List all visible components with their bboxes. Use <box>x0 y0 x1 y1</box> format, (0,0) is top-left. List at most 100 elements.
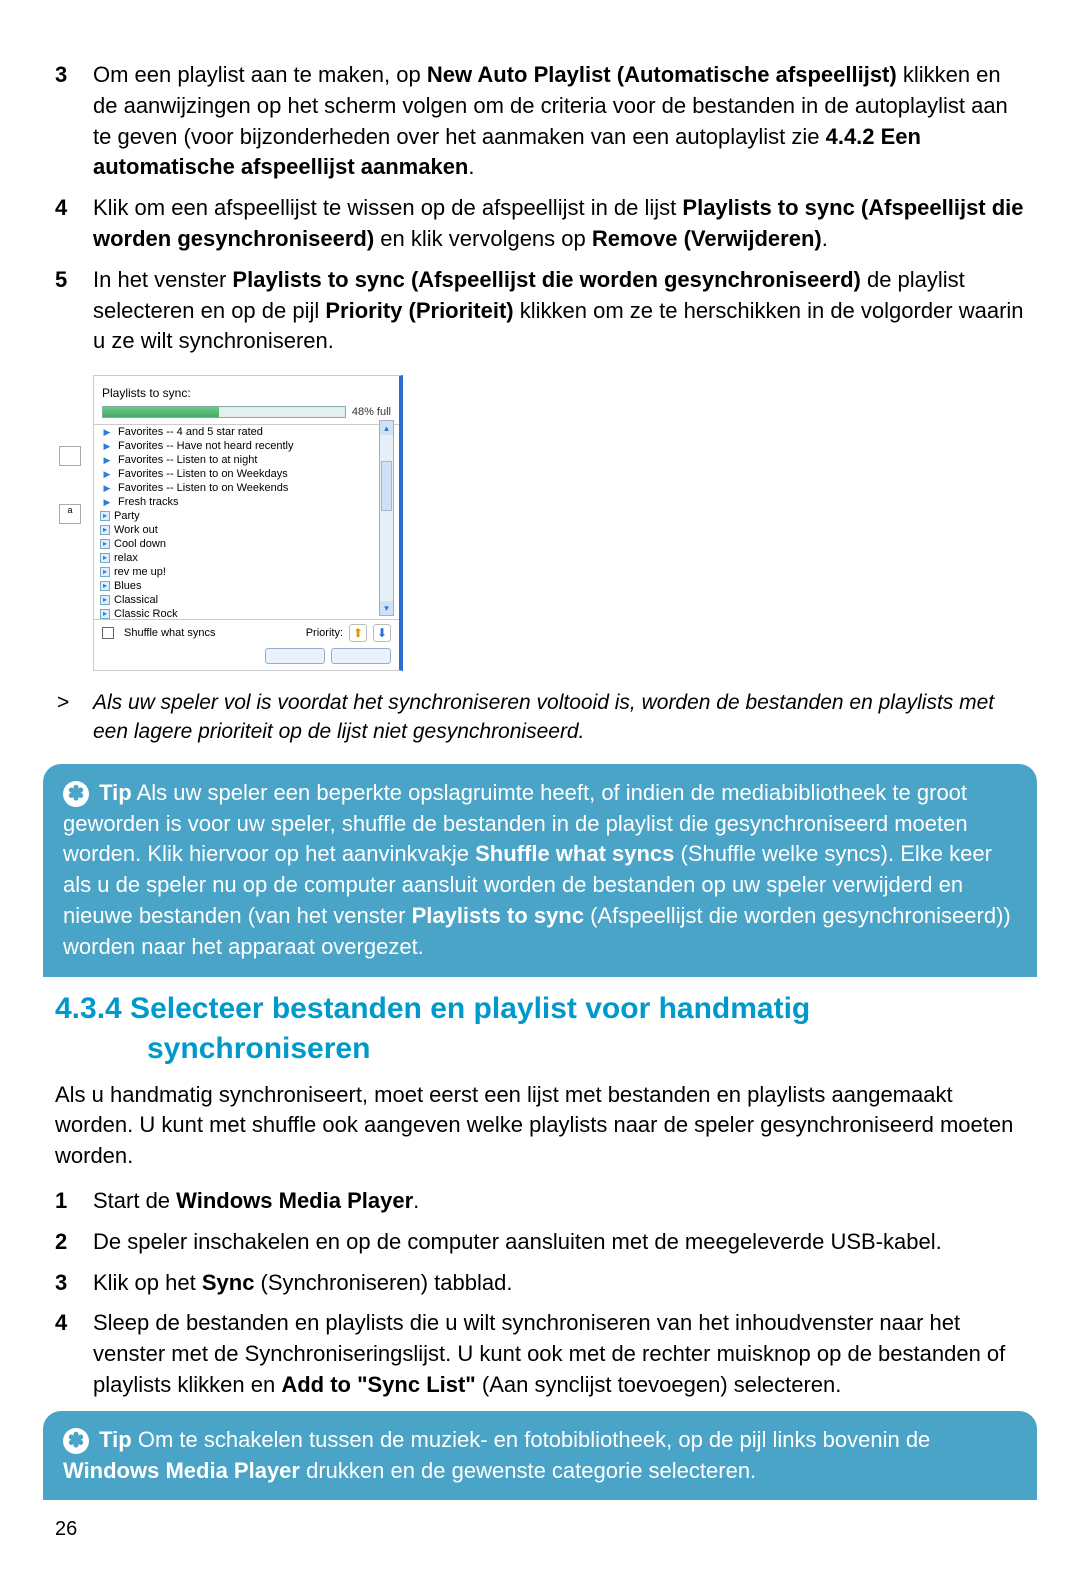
capacity-bar-fill <box>103 407 219 417</box>
panel-button[interactable] <box>265 648 325 664</box>
play-triangle-icon: ▶ <box>100 468 114 480</box>
shuffle-checkbox[interactable] <box>102 627 114 639</box>
playlist-item-label: Work out <box>114 524 158 536</box>
playlist-square-icon: ▸ <box>100 567 110 577</box>
playlist-item[interactable]: ▸ Classic Rock <box>98 607 395 620</box>
priority-down-icon[interactable]: ⬇ <box>373 624 391 642</box>
step-item: 3Klik op het Sync (Synchroniseren) tabbl… <box>55 1268 1025 1299</box>
scroll-thumb[interactable] <box>381 461 392 511</box>
capacity-bar <box>102 406 346 418</box>
playlist-item-label: Blues <box>114 580 142 592</box>
shuffle-label: Shuffle what syncs <box>124 627 216 639</box>
note-text: Als uw speler vol is voordat het synchro… <box>93 689 1025 746</box>
playlist-item[interactable]: ▸ Party <box>98 509 395 523</box>
step-body: In het venster Playlists to sync (Afspee… <box>93 265 1025 357</box>
side-tab[interactable] <box>59 446 81 466</box>
playlist-square-icon: ▸ <box>100 609 110 619</box>
play-triangle-icon: ▶ <box>100 496 114 508</box>
step-body: Klik om een afspeellijst te wissen op de… <box>93 193 1025 255</box>
priority-up-icon[interactable]: ⬆ <box>349 624 367 642</box>
playlist-item-label: Classic Rock <box>114 608 178 620</box>
playlist-item[interactable]: ▶ Favorites -- Have not heard recently <box>98 439 395 453</box>
playlist-item[interactable]: ▶ Favorites -- 4 and 5 star rated <box>98 425 395 439</box>
step-body: De speler inschakelen en op de computer … <box>93 1227 942 1258</box>
playlist-list[interactable]: ▶ Favorites -- 4 and 5 star rated ▶ Favorit… <box>94 424 399 620</box>
playlist-item[interactable]: ▸ relax <box>98 551 395 565</box>
playlist-item[interactable]: ▶ Favorites -- Listen to on Weekends <box>98 481 395 495</box>
play-triangle-icon: ▶ <box>100 454 114 466</box>
playlist-item-label: rev me up! <box>114 566 166 578</box>
playlist-item[interactable]: ▸ rev me up! <box>98 565 395 579</box>
tip-box-switch-library: ✽ Tip Om te schakelen tussen de muziek- … <box>43 1411 1037 1501</box>
page-number: 26 <box>55 1518 1025 1541</box>
playlist-item[interactable]: ▸ Blues <box>98 579 395 593</box>
playlist-square-icon: ▸ <box>100 581 110 591</box>
section-heading-4-3-4: 4.3.4 Selecteer bestanden en playlist vo… <box>55 989 1025 1070</box>
playlist-square-icon: ▸ <box>100 539 110 549</box>
step-body: Om een playlist aan te maken, op New Aut… <box>93 60 1025 183</box>
playlist-item-label: Cool down <box>114 538 166 550</box>
step-number: 4 <box>55 193 93 255</box>
tip-lead: Tip <box>99 780 132 805</box>
step-list-a: 3Om een playlist aan te maken, op New Au… <box>55 60 1025 357</box>
playlist-item-label: Favorites -- Listen to on Weekdays <box>118 468 288 480</box>
step-number: 1 <box>55 1186 93 1217</box>
note-line: > Als uw speler vol is voordat het synch… <box>93 689 1025 746</box>
playlist-item-label: Favorites -- Listen to on Weekends <box>118 482 288 494</box>
scroll-down-icon[interactable]: ▾ <box>380 601 393 615</box>
heading-line2: synchroniseren <box>55 1029 1025 1070</box>
intro-paragraph: Als u handmatig synchroniseert, moet eer… <box>55 1080 1025 1172</box>
step-item: 2De speler inschakelen en op de computer… <box>55 1227 1025 1258</box>
step-item: 4Klik om een afspeellijst te wissen op d… <box>55 193 1025 255</box>
step-number: 3 <box>55 60 93 183</box>
step-item: 3Om een playlist aan te maken, op New Au… <box>55 60 1025 183</box>
play-triangle-icon: ▶ <box>100 426 114 438</box>
tip-icon: ✽ <box>63 781 89 807</box>
playlist-item-label: Fresh tracks <box>118 496 179 508</box>
step-number: 2 <box>55 1227 93 1258</box>
playlist-item[interactable]: ▶ Favorites -- Listen to at night <box>98 453 395 467</box>
playlist-item-label: Favorites -- 4 and 5 star rated <box>118 426 263 438</box>
step-number: 5 <box>55 265 93 357</box>
document-page: 3Om een playlist aan te maken, op New Au… <box>0 0 1080 1571</box>
playlist-item[interactable]: ▸ Cool down <box>98 537 395 551</box>
capacity-percent-label: 48% full <box>352 406 391 418</box>
note-arrow-icon: > <box>57 689 93 746</box>
step-body: Start de Windows Media Player. <box>93 1186 419 1217</box>
step-item: 4Sleep de bestanden en playlists die u w… <box>55 1308 1025 1400</box>
tip-box-shuffle: ✽ Tip Als uw speler een beperkte opslagr… <box>43 764 1037 977</box>
playlist-item-label: Party <box>114 510 140 522</box>
step-number: 3 <box>55 1268 93 1299</box>
playlist-item-label: Favorites -- Listen to at night <box>118 454 257 466</box>
tip-lead: Tip <box>99 1427 132 1452</box>
playlist-item-label: Favorites -- Have not heard recently <box>118 440 293 452</box>
step-item: 5In het venster Playlists to sync (Afspe… <box>55 265 1025 357</box>
playlist-item[interactable]: ▸ Classical <box>98 593 395 607</box>
side-tab[interactable]: a <box>59 504 81 524</box>
playlist-item-label: Classical <box>114 594 158 606</box>
panel-button[interactable] <box>331 648 391 664</box>
scroll-up-icon[interactable]: ▴ <box>380 421 393 435</box>
priority-label: Priority: <box>306 627 343 639</box>
heading-line1: 4.3.4 Selecteer bestanden en playlist vo… <box>55 992 810 1025</box>
play-triangle-icon: ▶ <box>100 440 114 452</box>
step-body: Klik op het Sync (Synchroniseren) tabbla… <box>93 1268 512 1299</box>
step-item: 1Start de Windows Media Player. <box>55 1186 1025 1217</box>
playlists-to-sync-panel: a Playlists to sync: 48% full ▶Favorites… <box>93 375 403 671</box>
playlist-square-icon: ▸ <box>100 595 110 605</box>
side-tabs: a <box>59 446 89 524</box>
step-list-b: 1Start de Windows Media Player.2De spele… <box>55 1186 1025 1401</box>
playlist-square-icon: ▸ <box>100 525 110 535</box>
play-triangle-icon: ▶ <box>100 482 114 494</box>
playlist-item[interactable]: ▶ Favorites -- Listen to on Weekdays <box>98 467 395 481</box>
playlist-item[interactable]: ▶ Fresh tracks <box>98 495 395 509</box>
scrollbar[interactable]: ▴ ▾ <box>379 420 394 616</box>
step-number: 4 <box>55 1308 93 1400</box>
playlist-square-icon: ▸ <box>100 553 110 563</box>
panel-title: Playlists to sync: <box>94 382 399 404</box>
playlist-item-label: relax <box>114 552 138 564</box>
playlist-square-icon: ▸ <box>100 511 110 521</box>
playlist-item[interactable]: ▸ Work out <box>98 523 395 537</box>
tip-icon: ✽ <box>63 1428 89 1454</box>
step-body: Sleep de bestanden en playlists die u wi… <box>93 1308 1025 1400</box>
